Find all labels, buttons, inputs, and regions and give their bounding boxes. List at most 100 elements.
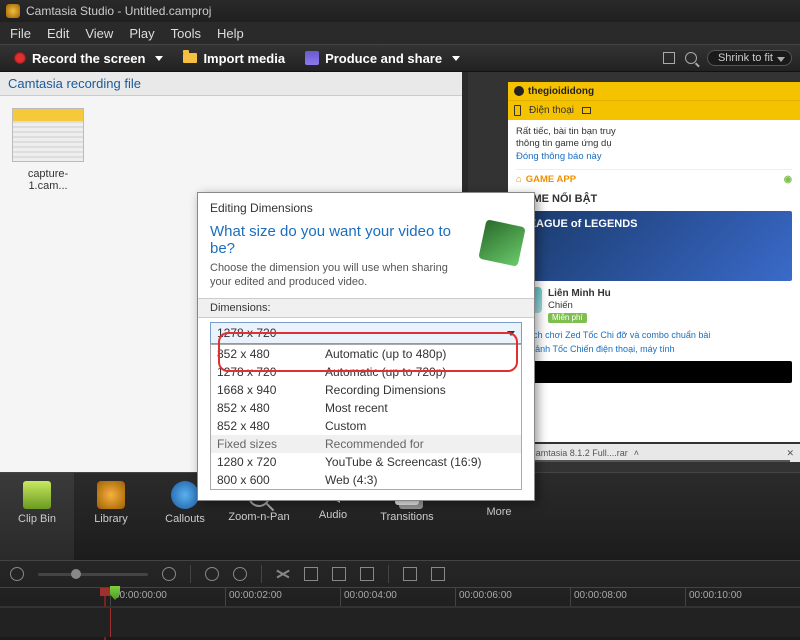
dialog-subtitle: Choose the dimension you will use when s… [210,261,472,290]
tab-label: Clip Bin [0,513,74,525]
folder-icon [183,53,197,63]
split-icon[interactable] [304,567,318,581]
list-item: Cách chơi Zed Tốc Chi đỡ và combo chuẩn … [516,330,792,341]
time-label: 00:00:06:00 [455,588,570,606]
dimension-option[interactable]: 800 x 600Web (4:3) [211,471,521,489]
dimension-option[interactable]: 852 x 480Custom [211,417,521,435]
produce-share-button[interactable]: Produce and share [299,49,466,68]
time-label: 00:00:08:00 [570,588,685,606]
window-title: Camtasia Studio - Untitled.camproj [26,4,211,18]
laptop-icon [582,107,591,114]
dimension-desc: Automatic (up to 720p) [325,365,515,379]
home-icon: ⌂ [516,174,522,186]
time-label: 00:00:10:00 [685,588,800,606]
dialog-title: Editing Dimensions [198,193,534,219]
list-header: Fixed sizesRecommended for [211,435,521,453]
site-tab: Điện thoại [529,105,574,116]
dimension-size: 1668 x 940 [217,383,325,397]
dropdown-icon [155,56,163,61]
site-text: Rất tiếc, bài tin bạn truy [516,126,792,138]
menu-file[interactable]: File [10,26,31,41]
playhead-line [110,608,111,637]
dimension-option[interactable]: 1668 x 940Recording Dimensions [211,381,521,399]
search-icon[interactable] [685,52,697,64]
combo-value: 1278 x 720 [217,326,276,340]
shrink-label: Shrink to fit [718,52,773,64]
tool-icon[interactable] [431,567,445,581]
copy-icon[interactable] [332,567,346,581]
tool-icon[interactable] [403,567,417,581]
site-text: thông tin game ứng dụ [516,138,792,150]
dimension-option[interactable]: 1278 x 720Automatic (up to 720p) [211,363,521,381]
paste-icon[interactable] [360,567,374,581]
dimension-option[interactable]: 852 x 480Most recent [211,399,521,417]
menu-help[interactable]: Help [217,26,244,41]
video-preview: thegioididong Điện thoại Rất tiếc, bài t… [508,82,800,442]
main-toolbar: Record the screen Import media Produce a… [0,44,800,72]
dimension-desc: Recommended for [325,437,515,451]
dialog-question: What size do you want your video to be? [210,223,472,257]
zoom-in-icon[interactable] [162,567,176,581]
phone-icon [514,105,521,116]
menu-tools[interactable]: Tools [171,26,201,41]
editing-dimensions-dialog: Editing Dimensions What size do you want… [197,192,535,501]
library-icon [97,481,125,509]
dimension-option[interactable]: 1280 x 720YouTube & Screencast (16:9) [211,453,521,471]
timeline-track[interactable] [0,607,800,637]
zoom-out-icon[interactable] [10,567,24,581]
dimensions-combobox[interactable]: 1278 x 720 [210,322,522,344]
titlebar: Camtasia Studio - Untitled.camproj [0,0,800,22]
dimension-size: 852 x 480 [217,347,325,361]
thumbnail-image [12,108,84,162]
dimension-desc: Automatic (up to 480p) [325,347,515,361]
timeline: 00:00:00:00 00:00:02:00 00:00:04:00 00:0… [0,560,800,640]
dimension-desc: Most recent [325,401,515,415]
dropdown-icon [777,57,785,62]
android-icon: ◉ [784,174,792,186]
menu-view[interactable]: View [85,26,113,41]
time-label: 00:00:00:00 [110,588,225,606]
record-label: Record the screen [32,51,145,66]
site-logo-icon [514,86,524,96]
bottom-banner [516,361,792,383]
thumbnail-caption: capture-1.cam... [12,168,84,192]
slider-knob[interactable] [71,569,81,579]
tab-label: Transitions [370,511,444,523]
dimension-desc: Recording Dimensions [325,383,515,397]
redo-icon[interactable] [233,567,247,581]
menu-edit[interactable]: Edit [47,26,69,41]
site-link: Đóng thông báo này [516,151,792,163]
tab-label: Audio [296,509,370,521]
site-brand: thegioididong [528,86,594,97]
timeline-ruler[interactable]: 00:00:00:00 00:00:02:00 00:00:04:00 00:0… [0,587,800,607]
tab-label: Library [74,513,148,525]
app-sub: Chiến [548,300,611,312]
record-screen-button[interactable]: Record the screen [8,49,169,68]
preview-content: thegioididong Điện thoại Rất tiếc, bài t… [508,82,800,442]
tab-clip-bin[interactable]: Clip Bin [0,473,74,560]
zoom-slider[interactable] [38,573,148,576]
fullscreen-icon[interactable] [663,52,675,64]
import-label: Import media [203,51,285,66]
shrink-to-fit-dropdown[interactable]: Shrink to fit [707,50,792,66]
dimension-size: 852 x 480 [217,401,325,415]
cut-icon[interactable] [276,567,290,581]
gameapp-label: GAME APP [526,174,576,186]
dimension-desc: Web (4:3) [325,473,515,487]
dimension-size: Fixed sizes [217,437,325,451]
dimension-size: 1278 x 720 [217,365,325,379]
callouts-icon [171,481,199,509]
dimension-option[interactable]: 852 x 480Automatic (up to 480p) [211,345,521,363]
free-badge: Miễn phí [548,313,587,323]
tab-library[interactable]: Library [74,473,148,560]
clip-thumbnail[interactable]: capture-1.cam... [12,108,84,192]
chip-icon [478,219,525,266]
menu-play[interactable]: Play [129,26,154,41]
time-label: 00:00:04:00 [340,588,455,606]
bin-header: Camtasia recording file [0,72,462,96]
undo-icon[interactable] [205,567,219,581]
list-item: Bộ ảnh Tốc Chiến điện thoại, máy tính [516,344,792,355]
produce-label: Produce and share [325,51,442,66]
import-media-button[interactable]: Import media [177,49,291,68]
dimension-desc: Custom [325,419,515,433]
